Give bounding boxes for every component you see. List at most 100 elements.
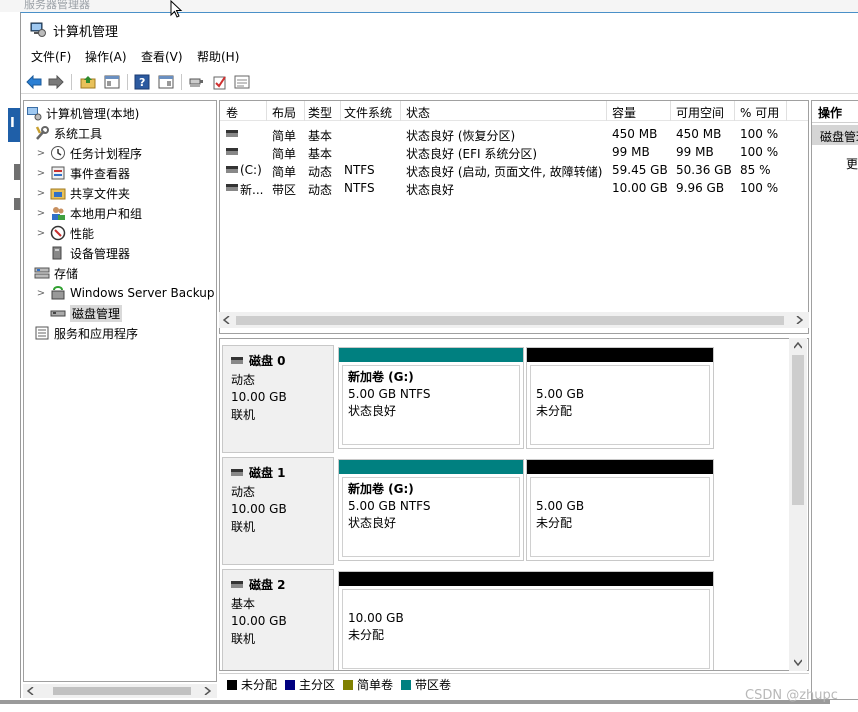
tree-item-services-apps[interactable]: 服务和应用程序	[34, 323, 138, 343]
background-desktop: I	[0, 12, 22, 712]
menu-file[interactable]: 文件(F)	[31, 48, 71, 65]
tree-item-shared-folders[interactable]: > 共享文件夹	[36, 183, 130, 203]
disk-legend: 未分配 主分区 简单卷 带区卷	[219, 673, 809, 695]
task-scheduler-icon	[51, 146, 65, 160]
legend-unallocated: 未分配	[227, 676, 277, 693]
tree-horizontal-scrollbar[interactable]	[23, 684, 217, 698]
column-percent-free[interactable]: % 可用	[740, 104, 779, 121]
column-volume[interactable]: 卷	[226, 104, 238, 121]
partition-disk2-unallocated[interactable]: 10.00 GB 未分配	[338, 571, 714, 670]
column-capacity[interactable]: 容量	[612, 104, 636, 121]
tree-item-device-manager[interactable]: 设备管理器	[50, 243, 130, 263]
backup-icon	[51, 286, 65, 300]
legend-striped-volume: 带区卷	[401, 676, 451, 693]
partition-disk0-new-volume[interactable]: 新加卷 (G:) 5.00 GB NTFS 状态良好	[338, 347, 524, 449]
tree-item-system-tools[interactable]: 系统工具	[34, 123, 102, 143]
navigation-tree: 计算机管理(本地) 系统工具 > 任务计划程序 > 事件查看器 > 共享文件夹 …	[23, 100, 217, 682]
chevron-right-icon[interactable]: >	[36, 188, 46, 199]
more-actions-link[interactable]: 更多操作	[846, 155, 858, 172]
action-pane-icon[interactable]	[157, 73, 175, 91]
column-type[interactable]: 类型	[308, 104, 332, 121]
scroll-up-icon[interactable]	[794, 342, 802, 350]
chevron-right-icon[interactable]: >	[36, 148, 46, 159]
toolbar: ?	[21, 70, 858, 94]
event-viewer-icon	[51, 166, 65, 180]
column-free-space[interactable]: 可用空间	[676, 104, 724, 121]
menu-help[interactable]: 帮助(H)	[197, 48, 239, 65]
menu-action[interactable]: 操作(A)	[85, 48, 127, 65]
connect-icon[interactable]	[187, 73, 205, 91]
scroll-right-icon[interactable]	[203, 687, 211, 695]
chevron-right-icon[interactable]: >	[36, 228, 46, 239]
table-row[interactable]: 简单 基本 状态良好 (EFI 系统分区) 99 MB 99 MB 100 %	[220, 143, 808, 161]
system-tools-icon	[35, 126, 49, 140]
column-file-system[interactable]: 文件系统	[344, 104, 392, 121]
volume-list-header: 卷 布局 类型 文件系统 状态 容量 可用空间 % 可用	[220, 101, 808, 121]
background-window-title: 服务器管理器	[24, 0, 90, 11]
svg-text:?: ?	[139, 76, 145, 89]
volume-icon	[226, 184, 238, 191]
tree-item-computer-management[interactable]: 计算机管理(本地)	[26, 103, 139, 123]
help-icon[interactable]: ?	[133, 73, 151, 91]
tree-item-local-users[interactable]: > 本地用户和组	[36, 203, 142, 223]
window-title: 计算机管理	[53, 25, 119, 40]
disk-view-vertical-scrollbar[interactable]	[789, 338, 807, 671]
title-bar[interactable]: 计算机管理	[21, 13, 858, 45]
device-manager-icon	[52, 246, 62, 260]
chevron-right-icon[interactable]: >	[36, 208, 46, 219]
volume-list: 卷 布局 类型 文件系统 状态 容量 可用空间 % 可用 简单 基本 状态良好 …	[219, 100, 809, 334]
scroll-down-icon[interactable]	[794, 658, 802, 666]
disk-2-label[interactable]: 磁盘 2 基本 10.00 GB 联机	[222, 569, 334, 670]
back-icon[interactable]	[25, 73, 43, 91]
legend-simple-volume: 简单卷	[343, 676, 393, 693]
menu-bar: 文件(F) 操作(A) 查看(V) 帮助(H)	[21, 47, 858, 67]
tree-item-disk-management[interactable]: 磁盘管理	[50, 303, 123, 323]
column-status[interactable]: 状态	[406, 104, 430, 121]
forward-icon[interactable]	[47, 73, 65, 91]
volume-icon	[226, 166, 238, 173]
table-row[interactable]: 简单 基本 状态良好 (恢复分区) 450 MB 450 MB 100 %	[220, 125, 808, 143]
disk-1-label[interactable]: 磁盘 1 动态 10.00 GB 联机	[222, 457, 334, 565]
scroll-right-icon[interactable]	[795, 316, 803, 324]
scroll-left-icon[interactable]	[27, 687, 35, 695]
volume-icon	[226, 130, 238, 137]
actions-header: 操作	[812, 101, 858, 123]
scrollbar-thumb[interactable]	[53, 687, 191, 695]
computer-management-icon	[27, 107, 42, 121]
scrollbar-thumb[interactable]	[236, 316, 784, 325]
volume-list-horizontal-scrollbar[interactable]	[219, 312, 809, 328]
scrollbar-thumb[interactable]	[792, 355, 804, 505]
table-row[interactable]: (C:) 简单 动态 NTFS 状态良好 (启动, 页面文件, 故障转储) 59…	[220, 161, 808, 179]
disk-icon	[231, 357, 243, 364]
scroll-left-icon[interactable]	[223, 316, 231, 324]
legend-primary-partition: 主分区	[285, 676, 335, 693]
up-folder-icon[interactable]	[79, 73, 97, 91]
chevron-right-icon[interactable]: >	[36, 168, 46, 179]
column-layout[interactable]: 布局	[272, 104, 296, 121]
tree-item-windows-server-backup[interactable]: > Windows Server Backup	[36, 283, 215, 303]
disk-0-label[interactable]: 磁盘 0 动态 10.00 GB 联机	[222, 345, 334, 453]
disk-icon	[231, 469, 243, 476]
table-row[interactable]: 新... 带区 动态 NTFS 状态良好 10.00 GB 9.96 GB 10…	[220, 179, 808, 197]
properties-icon[interactable]	[233, 73, 251, 91]
disk-icon	[231, 581, 243, 588]
computer-management-window: 计算机管理 文件(F) 操作(A) 查看(V) 帮助(H) ? 计算机管理(本地…	[20, 12, 858, 700]
tree-item-event-viewer[interactable]: > 事件查看器	[36, 163, 130, 183]
performance-icon	[50, 225, 66, 241]
volume-icon	[226, 148, 238, 155]
show-hide-tree-icon[interactable]	[103, 73, 121, 91]
disk-management-icon	[50, 310, 66, 317]
computer-management-icon	[30, 22, 46, 37]
watermark: CSDN @zhupc	[745, 688, 838, 703]
menu-view[interactable]: 查看(V)	[141, 48, 183, 65]
partition-disk0-unallocated[interactable]: 5.00 GB 未分配	[526, 347, 714, 449]
tree-item-storage[interactable]: 存储	[34, 263, 78, 283]
tree-item-performance[interactable]: > 性能	[36, 223, 94, 243]
partition-disk1-new-volume[interactable]: 新加卷 (G:) 5.00 GB NTFS 状态良好	[338, 459, 524, 561]
partition-disk1-unallocated[interactable]: 5.00 GB 未分配	[526, 459, 714, 561]
check-icon[interactable]	[211, 73, 229, 91]
tree-item-task-scheduler[interactable]: > 任务计划程序	[36, 143, 142, 163]
actions-section-disk-management[interactable]: 磁盘管理	[812, 125, 858, 145]
shared-folders-icon	[50, 188, 66, 200]
chevron-right-icon[interactable]: >	[36, 288, 46, 299]
